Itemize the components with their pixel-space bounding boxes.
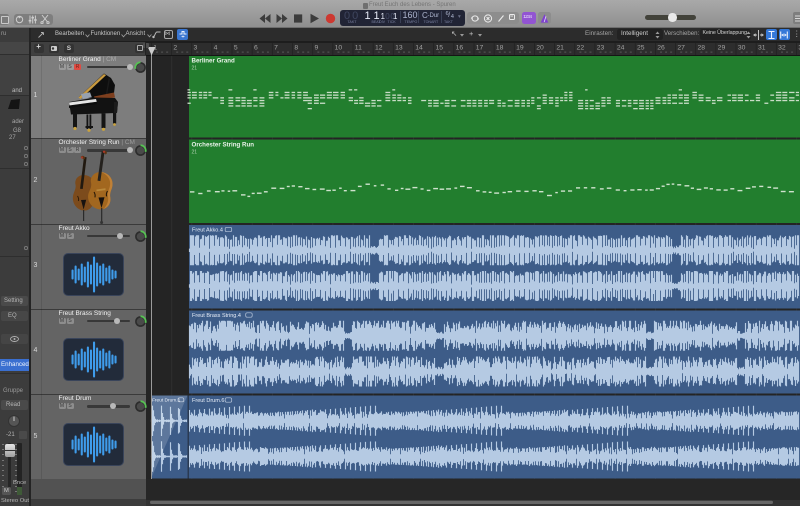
- svg-text:5: 5: [234, 45, 238, 52]
- svg-text:8: 8: [294, 45, 298, 52]
- svg-text:24: 24: [617, 45, 625, 52]
- svg-text:17: 17: [476, 45, 484, 52]
- svg-text:26: 26: [657, 45, 665, 52]
- svg-text:23: 23: [597, 45, 605, 52]
- svg-text:Berliner Grand: Berliner Grand: [192, 58, 236, 65]
- svg-text:13: 13: [395, 45, 403, 52]
- svg-text:28: 28: [698, 45, 706, 52]
- svg-text:27: 27: [677, 45, 685, 52]
- svg-text:20: 20: [536, 45, 544, 52]
- svg-text:21: 21: [556, 45, 564, 52]
- svg-text:16: 16: [456, 45, 464, 52]
- svg-text:Freut Brass String.4: Freut Brass String.4: [192, 313, 241, 319]
- svg-text:19: 19: [516, 45, 524, 52]
- svg-text:30: 30: [738, 45, 746, 52]
- svg-text:3: 3: [194, 45, 198, 52]
- svg-text:6: 6: [254, 45, 258, 52]
- svg-text:4: 4: [214, 45, 218, 52]
- svg-text:Freut Akko.4: Freut Akko.4: [192, 227, 223, 233]
- svg-text:14: 14: [415, 45, 423, 52]
- svg-text:15: 15: [435, 45, 443, 52]
- svg-text:25: 25: [637, 45, 645, 52]
- svg-text:31: 31: [758, 45, 766, 52]
- svg-text:2: 2: [173, 45, 177, 52]
- svg-text:10: 10: [335, 45, 343, 52]
- svg-text:7: 7: [274, 45, 278, 52]
- svg-text:21: 21: [192, 150, 198, 156]
- svg-text:18: 18: [496, 45, 504, 52]
- svg-text:32: 32: [778, 45, 786, 52]
- svg-text:Orchester String Run: Orchester String Run: [192, 142, 255, 149]
- svg-text:9: 9: [314, 45, 318, 52]
- svg-text:Freut Drum.6: Freut Drum.6: [192, 398, 224, 404]
- svg-text:21: 21: [192, 66, 198, 72]
- svg-text:11: 11: [355, 45, 362, 52]
- svg-text:29: 29: [718, 45, 726, 52]
- svg-text:22: 22: [577, 45, 585, 52]
- svg-text:12: 12: [375, 45, 383, 52]
